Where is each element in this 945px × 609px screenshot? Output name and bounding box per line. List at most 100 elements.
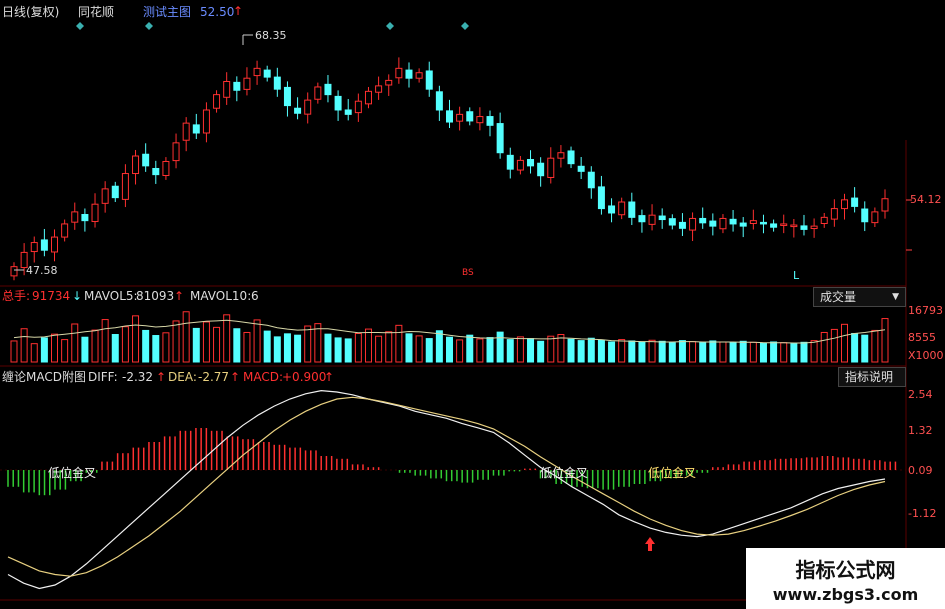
candle [233,81,241,91]
mavol5-value: 81093 [136,289,175,303]
volume-bar [577,340,585,363]
volume-bar [233,328,241,363]
candle [91,203,99,223]
candle [172,142,180,162]
up-arrow-icon: ↑ [174,289,185,303]
dea-value: -2.77 [198,370,230,384]
candle [557,152,565,159]
volume-bar [142,329,150,363]
volume-bar [486,337,494,363]
candle [213,94,221,109]
candle [456,113,464,122]
volume-bar [263,330,271,363]
candle [800,225,808,230]
volume-bar [111,334,119,363]
volume-bar [405,333,413,363]
candle [749,220,757,224]
volume-bar [375,335,383,363]
candle [719,217,727,230]
candle [334,95,342,111]
signal-diamond [76,22,84,30]
candle [628,201,636,218]
indicator-help-button[interactable]: 指标说明 [838,367,906,387]
watermark-title: 指标公式网 [795,558,896,582]
volume-bar [618,339,626,363]
volume-bar [516,336,524,363]
indicator-selector-label: 成交量 [820,290,857,304]
chevron-down-icon: ▼ [892,292,899,302]
volume-bar [182,311,190,363]
candle [537,162,545,177]
volume-bar [172,320,180,363]
candle [30,242,38,253]
mavol10-value: 6 [251,289,259,303]
volume-bar [324,333,332,363]
volume-bar [223,314,231,363]
candle [40,239,48,251]
candle [385,79,393,86]
mavol10-label: MAVOL10: [190,289,252,303]
volume-bar [658,340,666,363]
candle [527,159,535,167]
volume-bar [354,332,362,363]
candle [506,154,514,170]
volume-bar [527,338,535,363]
volume-bars [10,311,889,363]
diff-value: -2.32 [122,370,154,384]
candle [61,223,69,238]
candle [587,171,595,189]
candle [101,188,109,204]
candle [729,218,737,225]
volume-bar [101,319,109,363]
volume-bar [557,334,565,363]
volume-bar [790,343,798,363]
candle [273,76,281,90]
volume-bar [800,341,808,363]
candle [314,86,322,100]
candle [881,198,889,212]
volume-bar [253,319,261,363]
candle [182,122,190,141]
candle [709,220,717,227]
stock-chart[interactable]: 68.35 47.58 BS L [0,0,945,609]
candle [243,77,251,90]
volume-axis-mid: 8555 [908,331,936,344]
candle [516,159,524,171]
event-marker: BS [462,268,474,278]
volume-bar [435,330,443,363]
right-price-label: 54.12 [910,193,942,206]
volume-bar [689,341,697,363]
volume-bar [202,321,210,363]
candle [678,221,686,229]
candle [415,72,423,79]
indicator-selector[interactable]: 成交量 ▼ [813,287,906,307]
signal-diamond [461,22,469,30]
main-indicator-label: 测试主图 [143,5,192,19]
candlestick-series [10,57,889,281]
candle [354,100,362,114]
signal-diamond [386,22,394,30]
volume-bar [456,339,464,363]
volume-bar [91,329,99,363]
candle [435,91,443,111]
macd-axis-tick: 1.32 [908,424,933,437]
macd-axis-tick: -1.12 [908,507,937,520]
volume-bar [344,338,352,363]
volume-bar [881,318,889,363]
candle [395,67,403,79]
volume-bar [699,341,707,363]
down-arrow-icon: ↓ [72,289,83,303]
candle [111,185,119,199]
volume-bar [638,341,646,363]
volume-axis-top: 16793 [908,304,943,317]
volume-bar [840,323,848,363]
candle [699,217,707,224]
up-arrow-icon: ↑ [156,370,167,384]
candle [486,116,494,126]
main-indicator-value: 52.50 [200,5,235,19]
volume-bar [810,340,818,363]
bottom-marker: L [793,269,800,282]
volume-bar [192,327,200,363]
signal-diamond [145,22,153,30]
candle [759,221,767,225]
